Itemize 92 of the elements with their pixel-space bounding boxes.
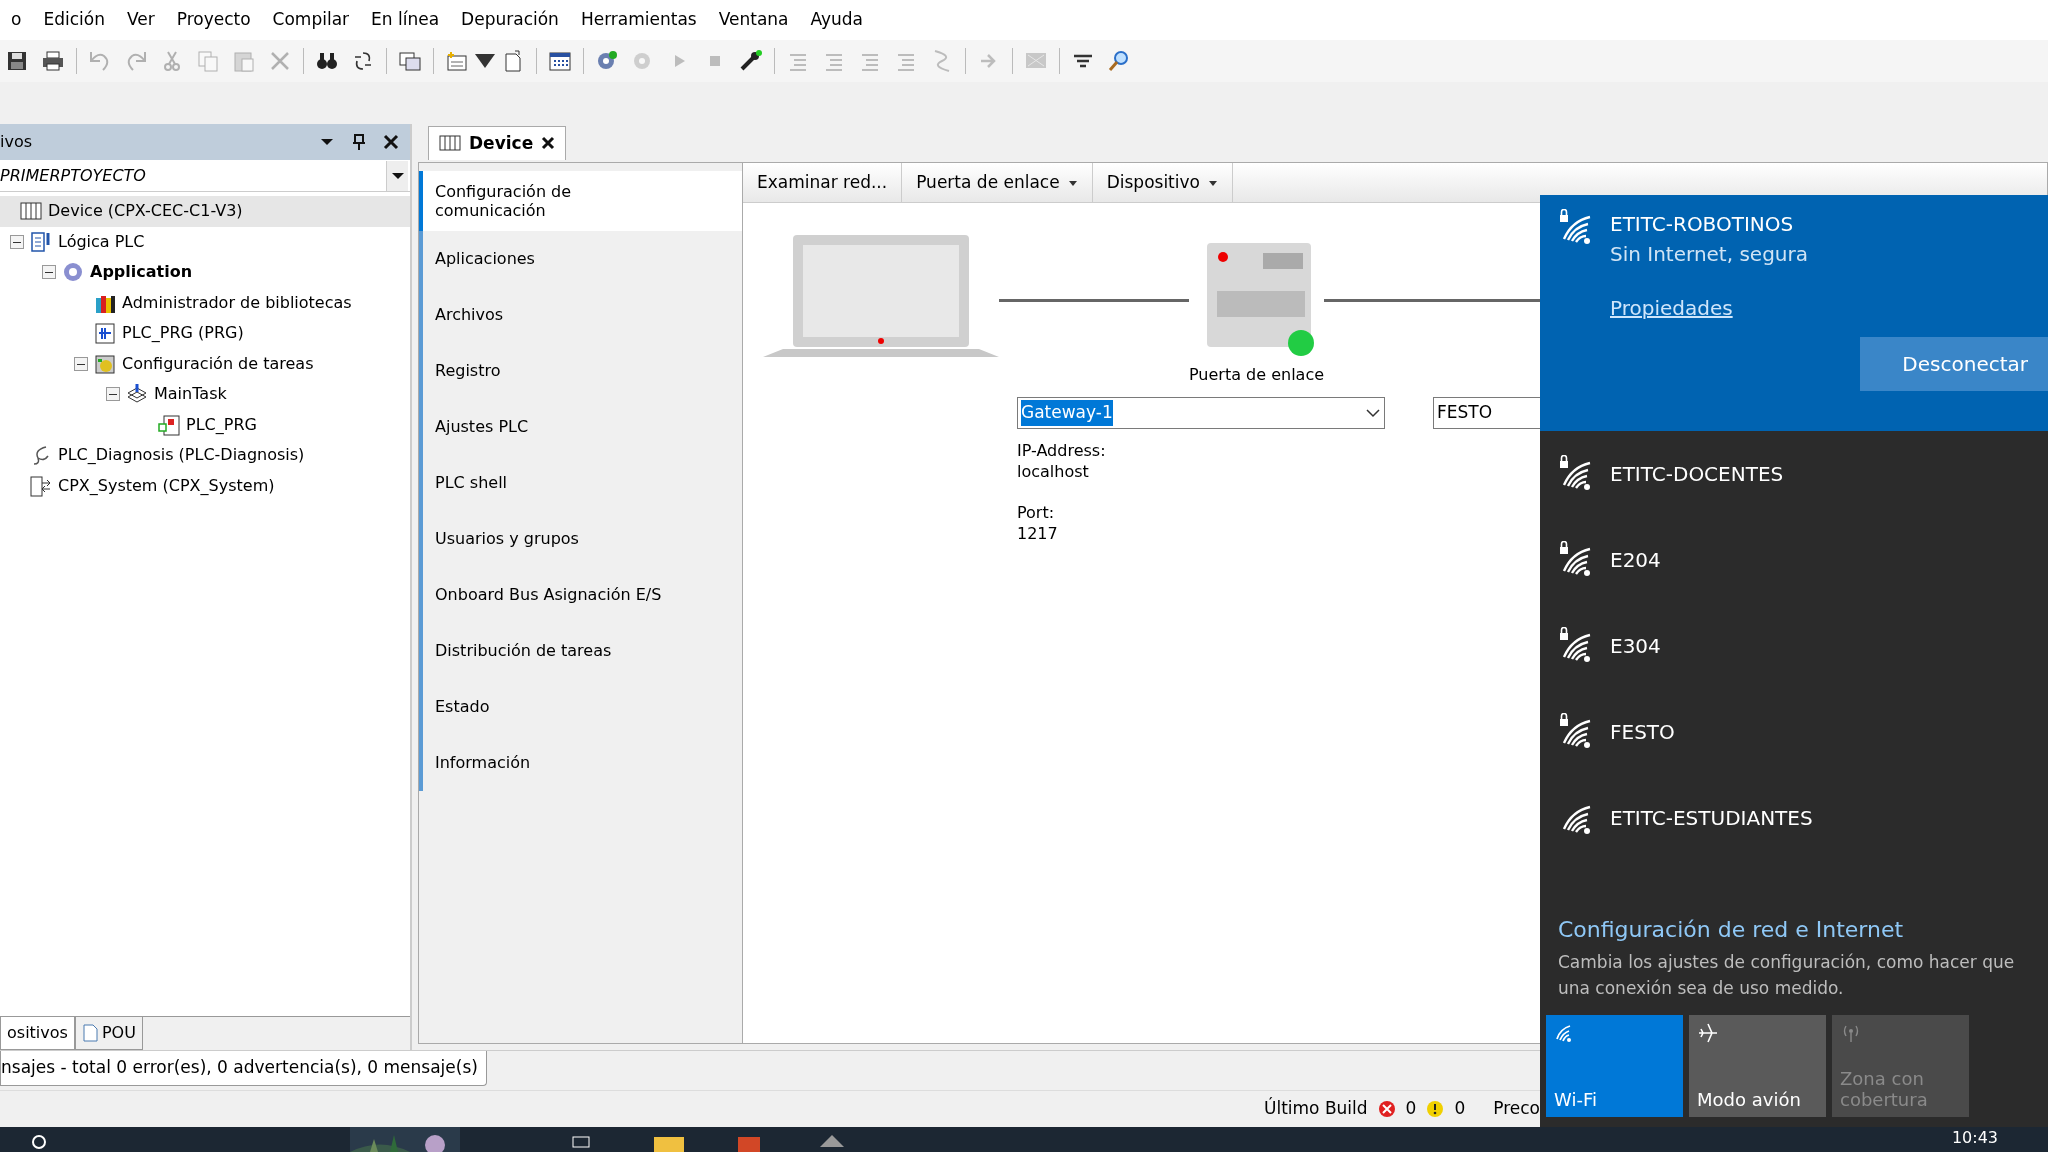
collapse-toggle[interactable]: [10, 234, 24, 249]
nav-item[interactable]: PLC shell: [419, 455, 742, 511]
logic-icon: [30, 230, 52, 253]
port-label: Port:: [1017, 503, 1055, 525]
collapse-toggle[interactable]: [106, 387, 120, 402]
tree-item[interactable]: PLC_PRG: [0, 409, 410, 440]
add-object-icon: [445, 49, 469, 73]
tree-item[interactable]: MainTask: [0, 379, 410, 410]
settings-link[interactable]: Configuración de red e Internet: [1540, 913, 2048, 946]
quick-action-tile[interactable]: Wi-Fi: [1546, 1015, 1683, 1117]
tree-item[interactable]: Configuración de tareas: [0, 348, 410, 379]
dropdown-button[interactable]: [386, 160, 408, 191]
menu-item[interactable]: Compilar: [261, 0, 361, 41]
collapse-toggle[interactable]: [42, 265, 56, 280]
settings-description: Cambia los ajustes de configuración, como hacer que una conexión sea de uso medido.: [1557, 951, 2016, 1000]
error-count: 0: [1405, 1097, 1417, 1121]
network-name[interactable]: ETITC-ROBOTINOS: [1610, 209, 2048, 239]
tree-item[interactable]: CPX_System (CPX_System): [0, 470, 410, 501]
device-icon: [20, 200, 42, 223]
menu-item[interactable]: En línea: [360, 0, 451, 41]
tree-item[interactable]: Administrador de bibliotecas: [0, 287, 410, 318]
warning-icon: [1426, 1100, 1445, 1118]
quick-action-tile[interactable]: Modo avión: [1689, 1015, 1826, 1117]
disconnect-button[interactable]: Desconectar: [1860, 337, 2048, 391]
nav-item[interactable]: Aplicaciones: [419, 231, 742, 287]
program-call-icon: [158, 413, 180, 436]
menu-item[interactable]: Proyecto: [165, 0, 262, 41]
close-icon[interactable]: [382, 133, 400, 151]
nav-item[interactable]: Usuarios y grupos: [419, 511, 742, 567]
menu-item[interactable]: Herramientas: [569, 0, 708, 41]
airplane-icon: [1697, 1021, 1719, 1043]
device-icon: [439, 134, 461, 153]
nav-item[interactable]: Onboard Bus Asignación E/S: [419, 567, 742, 623]
tree-item[interactable]: Device (CPX-CEC-C1-V3): [0, 196, 410, 227]
nav-item[interactable]: Archivos: [419, 287, 742, 343]
gear-icon: [62, 261, 84, 284]
chevron-down-icon: [1365, 407, 1381, 419]
nav-item[interactable]: Configuración de comunicación: [419, 171, 742, 231]
clock-time: 10:43: [1951, 1126, 1998, 1149]
error-icon: [1377, 1100, 1396, 1118]
nav-item[interactable]: Registro: [419, 343, 742, 399]
pin-icon[interactable]: [350, 133, 368, 151]
gateway-caption: Puerta de enlace: [1189, 364, 1325, 386]
messages-tab[interactable]: nsajes - total 0 error(es), 0 advertencia(s), 0 mensaje(s): [0, 1051, 487, 1086]
panel-title: ivos: [0, 131, 34, 153]
printer-icon: [41, 49, 65, 73]
nav-item[interactable]: Ajustes PLC: [419, 399, 742, 455]
status-text: Preco: [1493, 1097, 1540, 1121]
toolbar-menu[interactable]: Examinar red...: [743, 163, 903, 202]
nav-item[interactable]: Estado: [419, 679, 742, 735]
menu-item[interactable]: Ventana: [707, 0, 800, 41]
build-label: Último Build: [1263, 1096, 1368, 1121]
wrench-icon: [739, 49, 763, 73]
collapse-toggle[interactable]: [74, 356, 88, 371]
nav-item[interactable]: Distribución de tareas: [419, 623, 742, 679]
search-icon: [1107, 49, 1131, 73]
network-status: Sin Internet, segura: [1610, 241, 1809, 268]
windows-icon: [398, 49, 422, 73]
copy-icon: [196, 49, 220, 73]
page-icon: [81, 1024, 98, 1042]
system-icon: [30, 474, 52, 497]
tree-item[interactable]: PLC_PRG (PRG): [0, 318, 410, 349]
menu-item[interactable]: Ayuda: [799, 0, 875, 41]
task-configuration-icon: [94, 352, 116, 375]
properties-link[interactable]: Propiedades: [1610, 293, 1733, 323]
warning-count: 0: [1454, 1097, 1466, 1121]
project-name: PRIMERPTOYECTO: [0, 164, 147, 187]
menu-item[interactable]: Ver: [115, 0, 166, 41]
panel-tab[interactable]: POU: [74, 1017, 143, 1050]
wifi-network[interactable]: E304: [1540, 603, 2048, 689]
ip-label: IP-Address:: [1017, 441, 1106, 462]
tree-item[interactable]: Application: [0, 257, 410, 288]
wifi-network[interactable]: FESTO: [1540, 689, 2048, 775]
calendar-grid-icon: [548, 49, 572, 73]
menu-item[interactable]: Depuración: [450, 0, 570, 41]
wifi-network[interactable]: E204: [1540, 517, 2048, 603]
toolbar-menu[interactable]: Dispositivo: [1092, 163, 1233, 202]
toolbar-menu[interactable]: Puerta de enlace: [902, 163, 1093, 202]
menu-item[interactable]: Edición: [32, 0, 116, 41]
wifi-network[interactable]: ETITC-DOCENTES: [1540, 431, 2048, 517]
clipboard-icon: [232, 49, 256, 73]
panel-tab[interactable]: ositivos: [0, 1017, 75, 1050]
wifi-network[interactable]: ETITC-ESTUDIANTES: [1540, 775, 2048, 861]
gateway-dropdown[interactable]: Gateway-1: [1017, 397, 1385, 429]
nav-item[interactable]: Información: [419, 735, 742, 791]
port-value: 1217: [1017, 524, 1058, 545]
tree-item[interactable]: PLC_Diagnosis (PLC-Diagnosis): [0, 440, 410, 471]
ip-value: localhost: [1017, 461, 1089, 483]
program-icon: [94, 322, 116, 345]
close-icon[interactable]: [541, 136, 556, 151]
tree-item[interactable]: Lógica PLC: [0, 226, 410, 257]
menu-item[interactable]: o: [0, 0, 33, 41]
